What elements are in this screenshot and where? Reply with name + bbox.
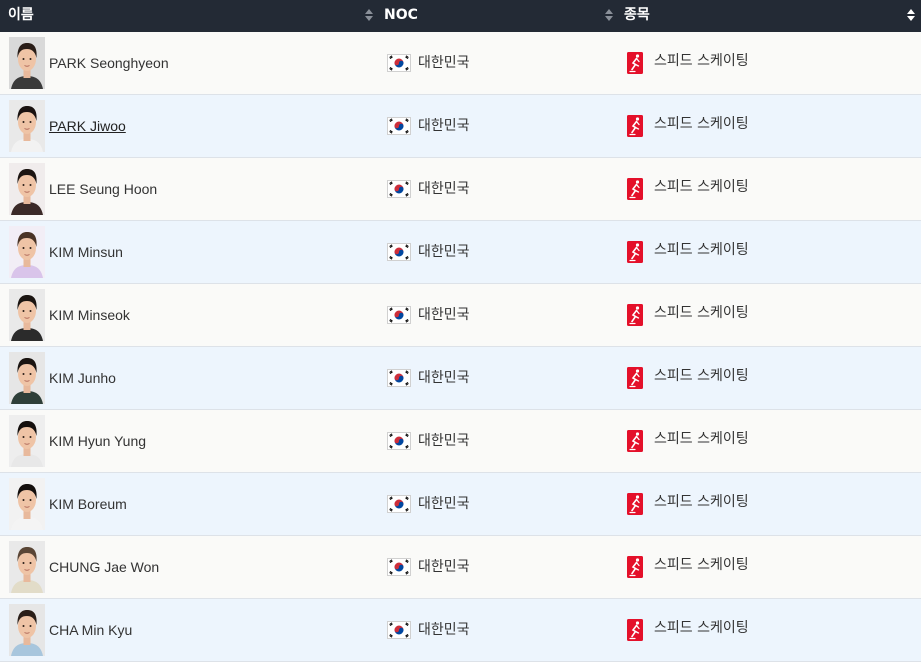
athlete-photo xyxy=(9,289,45,341)
speed-skating-icon xyxy=(627,619,643,641)
korea-flag-icon xyxy=(387,117,411,135)
sport-label: 스피드 스케이팅 xyxy=(654,620,749,636)
sport-label: 스피드 스케이팅 xyxy=(654,53,749,69)
athlete-photo xyxy=(9,604,45,656)
speed-skating-icon xyxy=(627,52,643,74)
athlete-photo xyxy=(9,478,45,530)
speed-skating-icon xyxy=(627,430,643,452)
table-row: KIM Minseok 대한민국 스피드 스케이팅 xyxy=(0,284,921,347)
korea-flag-icon xyxy=(387,180,411,198)
noc-label: 대한민국 xyxy=(418,307,470,323)
sport-label: 스피드 스케이팅 xyxy=(654,116,749,132)
sort-noc-icon[interactable] xyxy=(605,9,614,23)
athlete-photo xyxy=(9,37,45,89)
athlete-photo xyxy=(9,541,45,593)
athlete-photo xyxy=(9,226,45,278)
noc-label: 대한민국 xyxy=(418,181,470,197)
speed-skating-icon xyxy=(627,304,643,326)
athlete-photo xyxy=(9,415,45,467)
sport-label: 스피드 스케이팅 xyxy=(654,242,749,258)
column-header-sport[interactable]: 종목 xyxy=(624,0,650,31)
noc-label: 대한민국 xyxy=(418,622,470,638)
sport-label: 스피드 스케이팅 xyxy=(654,557,749,573)
korea-flag-icon xyxy=(387,54,411,72)
table-row: LEE Seung Hoon 대한민국 스피드 스케이팅 xyxy=(0,158,921,221)
athlete-name[interactable]: KIM Minseok xyxy=(49,284,130,346)
table-row: KIM Boreum 대한민국 스피드 스케이팅 xyxy=(0,473,921,536)
column-header-noc[interactable]: NOC xyxy=(384,0,418,31)
table-row: KIM Hyun Yung 대한민국 스피드 스케이팅 xyxy=(0,410,921,473)
korea-flag-icon xyxy=(387,369,411,387)
column-header-name[interactable]: 이름 xyxy=(8,0,34,31)
noc-label: 대한민국 xyxy=(418,433,470,449)
speed-skating-icon xyxy=(627,115,643,137)
sport-label: 스피드 스케이팅 xyxy=(654,431,749,447)
athlete-photo xyxy=(9,352,45,404)
athlete-photo xyxy=(9,100,45,152)
sport-label: 스피드 스케이팅 xyxy=(654,368,749,384)
sport-label: 스피드 스케이팅 xyxy=(654,305,749,321)
speed-skating-icon xyxy=(627,556,643,578)
table-row: PARK Seonghyeon 대한민국 스피드 스케이팅 xyxy=(0,32,921,95)
table-body: PARK Seonghyeon 대한민국 스피드 스케이팅 PARK Jiwoo… xyxy=(0,32,921,662)
noc-label: 대한민국 xyxy=(418,559,470,575)
noc-label: 대한민국 xyxy=(418,118,470,134)
athlete-name[interactable]: KIM Junho xyxy=(49,347,116,409)
athlete-name[interactable]: CHUNG Jae Won xyxy=(49,536,159,598)
noc-label: 대한민국 xyxy=(418,496,470,512)
sport-label: 스피드 스케이팅 xyxy=(654,494,749,510)
athlete-name[interactable]: CHA Min Kyu xyxy=(49,599,132,661)
speed-skating-icon xyxy=(627,367,643,389)
athlete-name[interactable]: KIM Minsun xyxy=(49,221,123,283)
table-row: KIM Junho 대한민국 스피드 스케이팅 xyxy=(0,347,921,410)
athlete-name[interactable]: KIM Hyun Yung xyxy=(49,410,146,472)
athlete-name[interactable]: LEE Seung Hoon xyxy=(49,158,157,220)
athlete-name[interactable]: KIM Boreum xyxy=(49,473,127,535)
athlete-photo xyxy=(9,163,45,215)
korea-flag-icon xyxy=(387,243,411,261)
noc-label: 대한민국 xyxy=(418,244,470,260)
speed-skating-icon xyxy=(627,493,643,515)
korea-flag-icon xyxy=(387,432,411,450)
noc-label: 대한민국 xyxy=(418,370,470,386)
sport-label: 스피드 스케이팅 xyxy=(654,179,749,195)
athlete-name[interactable]: PARK Jiwoo xyxy=(49,95,126,157)
table-header: 이름 NOC 종목 xyxy=(0,0,921,32)
speed-skating-icon xyxy=(627,241,643,263)
sort-name-icon[interactable] xyxy=(365,9,374,23)
table-row: CHA Min Kyu 대한민국 스피드 스케이팅 xyxy=(0,599,921,662)
table-row: KIM Minsun 대한민국 스피드 스케이팅 xyxy=(0,221,921,284)
noc-label: 대한민국 xyxy=(418,55,470,71)
korea-flag-icon xyxy=(387,558,411,576)
athlete-name[interactable]: PARK Seonghyeon xyxy=(49,32,169,94)
korea-flag-icon xyxy=(387,621,411,639)
korea-flag-icon xyxy=(387,306,411,324)
korea-flag-icon xyxy=(387,495,411,513)
sort-sport-icon[interactable] xyxy=(907,9,916,23)
table-row: CHUNG Jae Won 대한민국 스피드 스케이팅 xyxy=(0,536,921,599)
athlete-table: 이름 NOC 종목 PARK Seonghyeon 대한민국 스피드 스케이팅 … xyxy=(0,0,921,662)
table-row: PARK Jiwoo 대한민국 스피드 스케이팅 xyxy=(0,95,921,158)
speed-skating-icon xyxy=(627,178,643,200)
